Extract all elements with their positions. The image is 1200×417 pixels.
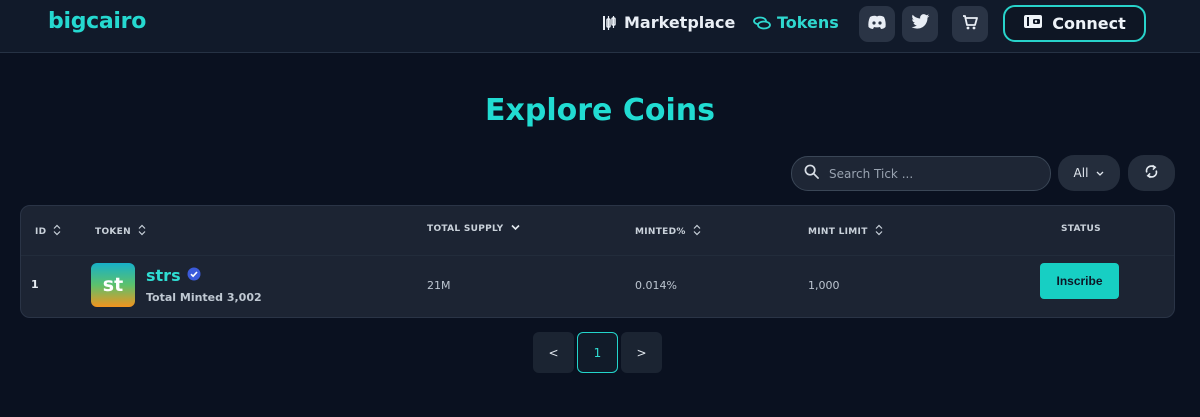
sort-desc-icon (510, 224, 520, 234)
nav-marketplace-label: Marketplace (624, 13, 736, 32)
pagination-page-1[interactable]: 1 (577, 332, 618, 373)
refresh-button[interactable] (1128, 155, 1175, 191)
column-header-id[interactable]: ID (35, 224, 61, 239)
column-header-token[interactable]: TOKEN (95, 224, 146, 239)
sort-icon (875, 224, 883, 239)
column-header-label: TOKEN (95, 226, 131, 237)
tokens-table: ID TOKEN TOTAL SUPPLY MINTED% MINT LIMIT… (20, 205, 1175, 318)
search-box[interactable] (791, 156, 1051, 191)
pagination-prev-button[interactable]: < (533, 332, 574, 373)
sort-icon (693, 224, 701, 239)
top-navbar: bigcairo Marketplace Tokens Connect (0, 0, 1200, 53)
mint-limit-value: 1,000 (808, 279, 840, 292)
inscribe-button[interactable]: Inscribe (1040, 263, 1119, 299)
nav-tokens-label: Tokens (777, 13, 839, 32)
token-name: strs (146, 266, 181, 285)
pagination-next-button[interactable]: > (621, 332, 662, 373)
nav-tokens[interactable]: Tokens (753, 13, 839, 32)
cart-icon (962, 14, 978, 34)
twitter-button[interactable] (902, 6, 938, 42)
discord-icon (867, 15, 887, 34)
sort-icon (138, 224, 146, 239)
verified-badge-icon (187, 266, 201, 285)
page-title: Explore Coins (485, 93, 715, 128)
column-header-label: MINT LIMIT (808, 226, 868, 237)
column-header-total-supply[interactable]: TOTAL SUPPLY (427, 224, 520, 234)
column-header-label: ID (35, 226, 47, 237)
filter-dropdown[interactable]: All (1058, 155, 1120, 191)
column-header-label: TOTAL SUPPLY (427, 224, 504, 234)
row-id: 1 (31, 278, 39, 291)
refresh-icon (1144, 164, 1159, 183)
column-header-label: MINTED% (635, 226, 686, 237)
token-avatar[interactable]: st (91, 263, 135, 307)
token-avatar-text: st (102, 274, 124, 296)
sort-icon (53, 224, 61, 239)
connect-wallet-button[interactable]: Connect (1003, 5, 1146, 42)
filter-selected-value: All (1073, 166, 1089, 180)
token-name-link[interactable]: strs (146, 266, 201, 285)
connect-label: Connect (1052, 14, 1126, 33)
chevron-down-icon (1096, 166, 1104, 180)
coins-icon (753, 16, 771, 30)
header-divider (21, 255, 1174, 256)
minted-pct-value: 0.014% (635, 279, 677, 292)
search-input[interactable] (829, 166, 1029, 181)
search-icon (804, 164, 819, 183)
chart-candles-icon (602, 15, 618, 31)
column-header-minted-pct[interactable]: MINTED% (635, 224, 701, 239)
column-header-mint-limit[interactable]: MINT LIMIT (808, 224, 883, 239)
column-header-label: STATUS (1061, 224, 1101, 234)
column-header-status: STATUS (1061, 224, 1101, 234)
discord-button[interactable] (859, 6, 895, 42)
twitter-icon (910, 14, 930, 34)
logo[interactable]: bigcairo (48, 9, 146, 34)
total-supply-value: 21M (427, 279, 451, 292)
nav-marketplace[interactable]: Marketplace (602, 13, 735, 32)
token-total-minted: Total Minted 3,002 (146, 291, 262, 304)
cart-button[interactable] (952, 6, 988, 42)
wallet-icon (1023, 14, 1043, 33)
